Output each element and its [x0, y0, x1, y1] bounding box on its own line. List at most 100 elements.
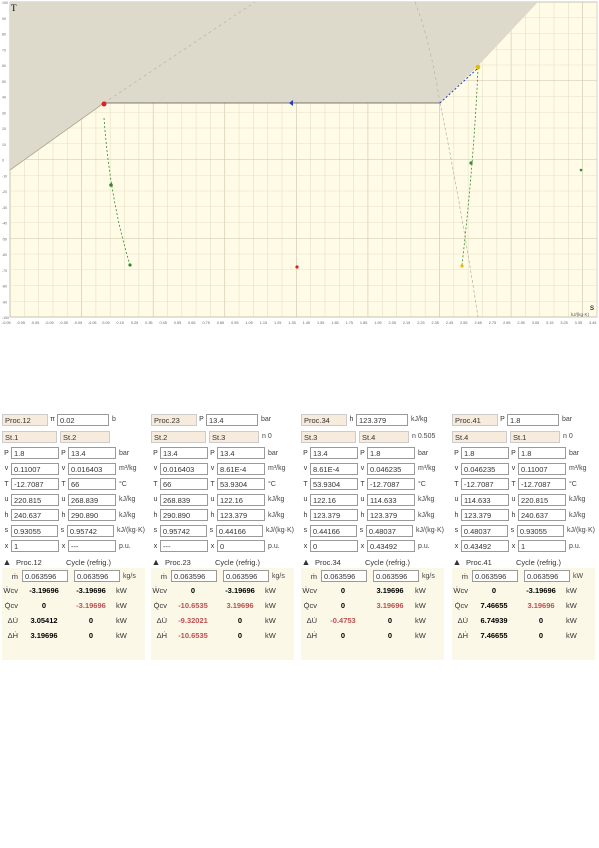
mass-flow-input[interactable]: 0.063596	[472, 570, 518, 582]
x-tick-label: 0.85	[217, 321, 224, 325]
state-right-value[interactable]: 0.44166	[215, 524, 263, 537]
state-left-select[interactable]: St.3	[301, 430, 356, 443]
state-right-value[interactable]: 0.016403	[68, 462, 116, 475]
property-unit: kJ/kg	[119, 511, 136, 519]
state-left-value[interactable]: 66	[160, 478, 208, 490]
state-left-value[interactable]: 123.379	[461, 509, 509, 521]
state-right-value[interactable]: 0.046235	[367, 462, 415, 475]
process-select[interactable]: Proc.34	[301, 413, 347, 426]
state-left-value[interactable]: 0.44166	[309, 524, 357, 537]
state-right-value[interactable]: 114.633	[367, 493, 415, 506]
state-right-value[interactable]: -12.7087	[518, 478, 566, 490]
state-left-value[interactable]: 0.11007	[11, 462, 59, 475]
ts-diagram[interactable]: T s kJ/(kg·K) 100 90 80 70 60 50 40 30 20 10 0 -10-…	[0, 0, 599, 330]
state-right-value[interactable]: 8.61E-4	[217, 462, 265, 475]
state-left-value[interactable]: 0	[310, 540, 358, 552]
state-left-value[interactable]: 1.8	[461, 447, 509, 459]
process-select[interactable]: Proc.41	[452, 413, 498, 426]
state-right-value[interactable]: 66	[68, 478, 116, 490]
state-left-value[interactable]: 0.48037	[460, 524, 508, 537]
state-left-select[interactable]: St.1	[2, 430, 57, 443]
state-left-value[interactable]: 1.8	[11, 447, 59, 459]
state-left-value[interactable]: 13.4	[160, 447, 208, 459]
y-tick-label: -50	[2, 237, 7, 241]
state-left-value[interactable]: 0.93055	[10, 524, 58, 537]
state-right-value[interactable]: 268.839	[68, 493, 116, 506]
state-right-select[interactable]: St.2	[60, 430, 110, 443]
state-left-value[interactable]: 53.9304	[310, 478, 358, 490]
state-2-marker[interactable]	[475, 64, 481, 70]
mass-flow-cycle[interactable]: 0.063596	[524, 570, 570, 582]
process-select[interactable]: Proc.23	[151, 413, 197, 426]
warning-icon: ▲	[151, 557, 161, 567]
state-marker-green[interactable]	[109, 183, 113, 187]
mass-flow-input[interactable]: 0.063596	[22, 570, 68, 582]
state-right-value[interactable]: 123.379	[367, 509, 415, 521]
state-left-select[interactable]: St.2	[151, 430, 206, 443]
state-left-value[interactable]: 220.815	[11, 493, 59, 506]
cycle-label: Cycle (refrig.)	[66, 557, 112, 567]
state-left-value[interactable]: 0.95742	[159, 524, 207, 537]
mass-flow-input[interactable]: 0.063596	[321, 570, 367, 582]
x-tick-label: -0.05	[31, 321, 40, 325]
mass-flow-input[interactable]: 0.063596	[171, 570, 217, 582]
process-select[interactable]: Proc.12	[2, 413, 48, 426]
state-right-value[interactable]: 0.48037	[365, 524, 413, 537]
state-left-value[interactable]: 114.633	[461, 493, 509, 506]
state-right-select[interactable]: St.3	[209, 430, 259, 443]
state-left-value[interactable]: 123.379	[310, 509, 358, 521]
state-marker-right[interactable]	[579, 168, 583, 172]
y-tick-label: 90	[2, 17, 6, 21]
state-left-value[interactable]: 0.016403	[160, 462, 208, 475]
param-input[interactable]: 123.379	[356, 413, 408, 426]
state-left-value[interactable]: 13.4	[310, 447, 358, 459]
param-input[interactable]: 1.8	[507, 413, 559, 426]
state-right-value[interactable]: 220.815	[518, 493, 566, 506]
state-left-value[interactable]: -12.7087	[11, 478, 59, 490]
mass-flow-cycle[interactable]: 0.063596	[373, 570, 419, 582]
state-right-value[interactable]: 1	[518, 540, 566, 552]
state-left-value[interactable]: 0.43492	[461, 540, 509, 552]
state-left-value[interactable]: 8.61E-4	[310, 462, 358, 475]
state-4-marker[interactable]	[128, 263, 132, 267]
state-right-value[interactable]: 0.11007	[518, 462, 566, 475]
property-symbol: x	[153, 542, 158, 550]
state-marker-red[interactable]	[295, 265, 299, 269]
state-right-value[interactable]: 13.4	[217, 447, 265, 459]
state-left-value[interactable]: 122.16	[310, 493, 358, 506]
state-right-value[interactable]: 1.8	[367, 447, 415, 459]
state-right-value[interactable]: 122.16	[217, 493, 265, 506]
param-input[interactable]: 0.02	[57, 413, 109, 426]
state-right-value[interactable]: 0.43492	[367, 540, 415, 552]
state-right-value[interactable]: 0.95742	[66, 524, 114, 537]
state-right-value[interactable]: 0	[217, 540, 265, 552]
state-left-select[interactable]: St.4	[452, 430, 507, 443]
ts-diagram-canvas[interactable]: T s kJ/(kg·K) 1009080706050403020100-10-…	[0, 0, 599, 330]
state-3-marker[interactable]	[101, 101, 107, 107]
state-left-value[interactable]: -12.7087	[461, 478, 509, 490]
property-symbol: x	[303, 542, 308, 550]
state-right-value[interactable]: 0.93055	[516, 524, 564, 537]
state-left-value[interactable]: 268.839	[160, 493, 208, 506]
state-left-value[interactable]: ---	[160, 540, 208, 552]
state-right-select[interactable]: St.1	[510, 430, 560, 443]
state-right-value[interactable]: -12.7087	[367, 478, 415, 490]
state-right-value[interactable]: 123.379	[217, 509, 265, 521]
state-1-marker[interactable]	[460, 264, 464, 268]
state-right-value[interactable]: 1.8	[518, 447, 566, 459]
state-right-value[interactable]: 290.890	[68, 509, 116, 521]
property-symbol-2: T	[61, 480, 66, 488]
state-right-value[interactable]: 53.9304	[217, 478, 265, 490]
mass-flow-cycle[interactable]: 0.063596	[223, 570, 269, 582]
param-input[interactable]: 13.4	[206, 413, 258, 426]
state-left-value[interactable]: 1	[11, 540, 59, 552]
mass-flow-cycle[interactable]: 0.063596	[74, 570, 120, 582]
state-right-value[interactable]: 240.637	[518, 509, 566, 521]
state-right-value[interactable]: 13.4	[68, 447, 116, 459]
state-left-value[interactable]: 290.890	[160, 509, 208, 521]
state-marker-green-2[interactable]	[469, 161, 473, 165]
state-right-select[interactable]: St.4	[359, 430, 409, 443]
state-left-value[interactable]: 240.637	[11, 509, 59, 521]
state-left-value[interactable]: 0.046235	[461, 462, 509, 475]
state-right-value[interactable]: ---	[68, 540, 116, 552]
